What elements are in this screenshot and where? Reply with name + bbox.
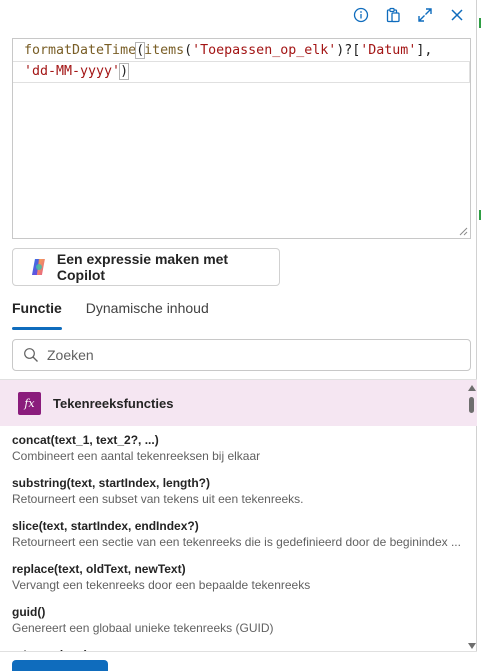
- function-description: Genereert een globaal unieke tekenreeks …: [12, 621, 274, 635]
- search-input[interactable]: [47, 347, 447, 363]
- function-signature: replace(text, oldText, newText): [12, 562, 186, 576]
- copilot-expression-button[interactable]: Een expressie maken met Copilot: [12, 248, 280, 286]
- function-list-item[interactable]: concat(text_1, text_2?, ...) Combineert e…: [0, 426, 477, 469]
- panel-toolbar: [352, 6, 466, 24]
- function-description: Combineert een aantal tekenreeksen bij e…: [12, 449, 261, 463]
- background-canvas-edge: [477, 0, 483, 671]
- tab-bar: Functie Dynamische inhoud: [12, 296, 209, 330]
- function-items: concat(text_1, text_2?, ...) Combineert e…: [0, 426, 477, 651]
- search-icon: [24, 348, 38, 362]
- info-icon[interactable]: [352, 6, 370, 24]
- scroll-down-arrow-icon[interactable]: [468, 643, 476, 649]
- close-icon[interactable]: [448, 6, 466, 24]
- function-description: Retourneert een subset van tekens uit ee…: [12, 492, 304, 506]
- function-signature: substring(text, startIndex, length?): [12, 476, 211, 490]
- function-list-item[interactable]: guid() Genereert een globaal unieke teken…: [0, 598, 477, 641]
- code-token: 'Datum': [360, 43, 417, 58]
- function-signature: guid(): [12, 605, 46, 619]
- tab-functie[interactable]: Functie: [12, 296, 62, 330]
- code-token: ): [119, 63, 130, 80]
- code-token: 'Toepassen_op_elk': [192, 43, 337, 58]
- search-box: [12, 339, 471, 371]
- clipboard-icon[interactable]: [384, 6, 402, 24]
- editor-line-1[interactable]: formatDateTime(items('Toepassen_op_elk')…: [13, 41, 470, 61]
- function-list-item[interactable]: substring(text, startIndex, length?) Reto…: [0, 469, 477, 512]
- code-token: (: [135, 42, 146, 59]
- code-token: formatDateTime: [24, 43, 137, 58]
- code-token: items: [144, 43, 185, 58]
- tab-dynamische-inhoud[interactable]: Dynamische inhoud: [86, 296, 209, 330]
- scroll-thumb[interactable]: [469, 397, 474, 413]
- scroll-up-arrow-icon[interactable]: [468, 385, 476, 391]
- function-signature: concat(text_1, text_2?, ...): [12, 433, 159, 447]
- code-token: (: [184, 43, 193, 58]
- category-header-tekenreeksfuncties[interactable]: fx Tekenreeksfuncties: [0, 380, 477, 426]
- add-button[interactable]: [12, 660, 108, 671]
- function-description: Vervangt een tekenreeks door een bepaald…: [12, 578, 311, 592]
- function-fx-icon: fx: [18, 391, 41, 415]
- category-label: Tekenreeksfuncties: [53, 395, 174, 411]
- code-token: 'dd-MM-yyyy': [24, 64, 121, 79]
- function-description: Retourneert een sectie van een tekenreek…: [12, 535, 461, 549]
- function-list-item[interactable]: replace(text, oldText, newText) Vervangt …: [0, 555, 477, 598]
- editor-line-2[interactable]: 'dd-MM-yyyy'): [13, 61, 470, 83]
- resize-grip-icon[interactable]: [459, 227, 468, 236]
- code-token: )?[: [336, 43, 361, 58]
- expression-editor-panel: formatDateTime(items('Toepassen_op_elk')…: [0, 0, 477, 671]
- code-token: ],: [416, 43, 433, 58]
- function-list-item[interactable]: slice(text, startIndex, endIndex?) Retour…: [0, 512, 477, 555]
- function-list-item[interactable]: toLower(text): [0, 641, 477, 651]
- copilot-icon: [31, 259, 45, 275]
- text-caret: [128, 63, 130, 79]
- expand-icon[interactable]: [416, 6, 434, 24]
- list-scrollbar[interactable]: [466, 381, 476, 651]
- function-list: fx Tekenreeksfuncties concat(text_1, tex…: [0, 379, 477, 651]
- function-signature: slice(text, startIndex, endIndex?): [12, 519, 199, 533]
- canvas-connector-mark: [479, 210, 481, 220]
- copilot-button-label: Een expressie maken met Copilot: [56, 251, 229, 283]
- expression-editor[interactable]: formatDateTime(items('Toepassen_op_elk')…: [12, 38, 471, 239]
- canvas-connector-mark: [479, 18, 481, 28]
